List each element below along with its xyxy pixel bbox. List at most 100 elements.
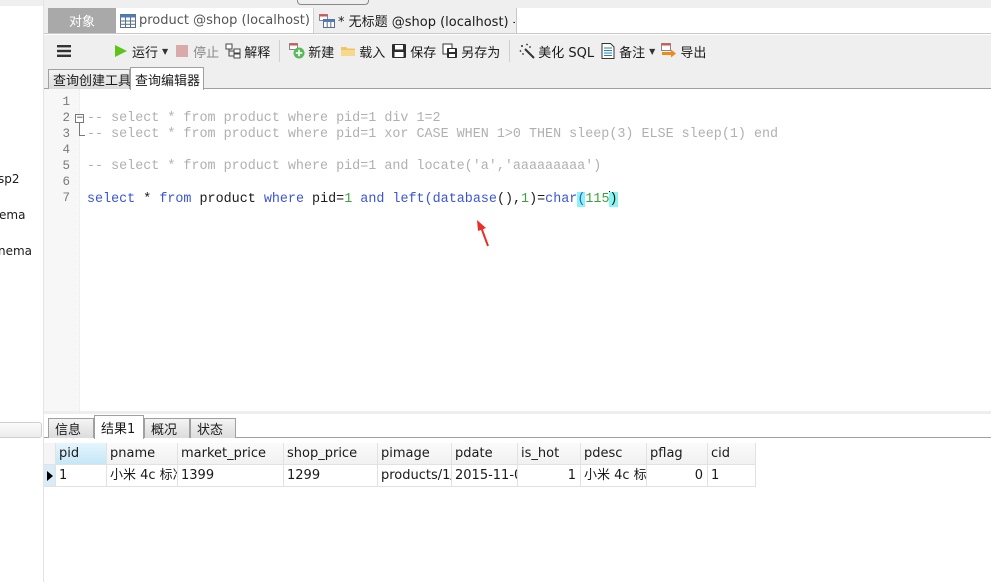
code-line-5: -- select * from product where pid=1 and… xyxy=(87,159,602,174)
sql-punct: )= xyxy=(529,192,546,208)
tab-status[interactable]: 状态 xyxy=(190,418,236,438)
result-grid: pid pname market_price shop_price pimage… xyxy=(44,439,991,582)
line-number: 7 xyxy=(62,191,70,205)
sql-editor[interactable]: 1 2 3 4 5 6 7 − -- select * from product… xyxy=(44,89,991,411)
export-button[interactable]: 导出 xyxy=(658,39,709,63)
play-icon xyxy=(115,45,127,57)
export-icon xyxy=(661,43,677,58)
top-strip xyxy=(44,0,991,8)
splitter-handle[interactable] xyxy=(297,0,369,5)
save-icon xyxy=(392,44,407,58)
cell-pname[interactable]: 小米 4c 标准 xyxy=(107,465,178,487)
menu-button[interactable] xyxy=(54,39,74,63)
explain-icon xyxy=(225,43,241,59)
toolbar-separator xyxy=(279,40,281,62)
grid-header-row: pid pname market_price shop_price pimage… xyxy=(44,443,756,465)
cell-is-hot[interactable]: 1 xyxy=(518,465,581,487)
sql-keyword: where xyxy=(263,192,304,208)
export-label: 导出 xyxy=(680,45,707,61)
tab-untitled-label: * 无标题 @shop (localhost) -... xyxy=(338,15,515,30)
tab-result-1[interactable]: 结果1 xyxy=(94,415,144,439)
object-tree-sidebar: sp2 ema nema xyxy=(0,0,44,582)
column-header-is-hot[interactable]: is_hot xyxy=(518,443,581,465)
cell-pdate[interactable]: 2015-11-02 xyxy=(452,465,518,487)
cell-pimage[interactable]: products/1/c xyxy=(378,465,452,487)
cell-shop-price[interactable]: 1299 xyxy=(284,465,378,487)
explain-button[interactable]: 解释 xyxy=(222,39,273,63)
sql-identifier: product xyxy=(191,192,264,208)
column-header-pdate[interactable]: pdate xyxy=(452,443,518,465)
sidebar-horizontal-scrollbar[interactable] xyxy=(0,422,42,438)
tab-query-builder[interactable]: 查询创建工具 xyxy=(48,69,131,89)
query-toolbar: 运行 ▼ 停止 解释 新建 载入 保存 另存为 美化 SQL 备注 ▼ 导出 xyxy=(44,35,991,67)
comment-dropdown-caret-icon[interactable]: ▼ xyxy=(649,47,655,56)
tab-info[interactable]: 信息 xyxy=(48,418,94,438)
bracket-match-highlight: ) xyxy=(609,192,618,208)
tab-untitled-query[interactable]: * 无标题 @shop (localhost) -... xyxy=(315,8,515,33)
column-header-market-price[interactable]: market_price xyxy=(178,443,284,465)
beautify-sql-button[interactable]: 美化 SQL xyxy=(516,39,597,63)
column-header-pimage[interactable]: pimage xyxy=(378,443,452,465)
cell-pdesc[interactable]: 小米 4c 标准 xyxy=(581,465,647,487)
column-header-pflag[interactable]: pflag xyxy=(647,443,708,465)
sql-keyword: from xyxy=(159,192,192,208)
sql-keyword: and xyxy=(360,192,385,208)
sidebar-item-sp2[interactable]: sp2 xyxy=(0,172,20,186)
load-label: 载入 xyxy=(359,45,386,61)
toolbar-separator xyxy=(509,40,511,62)
sidebar-item-schema[interactable]: ema xyxy=(0,208,25,222)
sql-text: * xyxy=(135,192,160,208)
code-line-3: -- select * from product where pid=1 xor… xyxy=(87,127,779,142)
column-header-pdesc[interactable]: pdesc xyxy=(581,443,647,465)
navicat-window: sp2 ema nema 对象 product @shop (localhost… xyxy=(0,0,991,582)
sql-function: left xyxy=(392,192,425,208)
save-as-button[interactable]: 另存为 xyxy=(439,39,503,63)
sql-function: database xyxy=(432,192,497,208)
column-header-cid[interactable]: cid xyxy=(708,443,756,465)
line-number: 6 xyxy=(62,175,70,189)
line-number: 3 xyxy=(62,127,70,141)
cell-pflag[interactable]: 0 xyxy=(647,465,708,487)
stop-icon xyxy=(176,45,189,57)
column-header-pname[interactable]: pname xyxy=(107,443,178,465)
save-button[interactable]: 保存 xyxy=(388,39,439,63)
table-icon xyxy=(120,13,136,28)
comment-button[interactable]: 备注 ▼ xyxy=(597,39,658,63)
cell-cid[interactable]: 1 xyxy=(708,465,756,487)
run-label: 运行 xyxy=(132,45,159,61)
sql-identifier: pid= xyxy=(304,192,345,208)
new-query-icon xyxy=(289,43,305,59)
column-header-pid[interactable]: pid xyxy=(56,443,107,465)
sql-keyword: select xyxy=(87,192,136,208)
cell-pid[interactable]: 1 xyxy=(56,465,107,487)
line-number: 4 xyxy=(62,143,70,157)
load-button[interactable]: 载入 xyxy=(337,39,388,63)
tab-query-editor[interactable]: 查询编辑器 xyxy=(130,67,204,90)
table-row[interactable]: 1 小米 4c 标准 1399 1299 products/1/c 2015-1… xyxy=(44,465,756,487)
code-line-2: -- select * from product where pid=1 div… xyxy=(87,111,441,126)
current-row-indicator-icon xyxy=(47,471,53,481)
tab-product-table[interactable]: product @shop (localhost) ... xyxy=(116,8,314,33)
tab-objects-label: 对象 xyxy=(68,15,95,30)
save-label: 保存 xyxy=(410,45,437,61)
comment-label: 备注 xyxy=(619,45,646,61)
sql-number: 115 xyxy=(585,192,610,208)
sidebar-item-information-schema[interactable]: nema xyxy=(0,244,32,258)
run-button[interactable]: 运行 ▼ xyxy=(110,39,171,63)
cell-market-price[interactable]: 1399 xyxy=(178,465,284,487)
stop-button[interactable]: 停止 xyxy=(171,39,222,63)
tab-product-label: product @shop (localhost) ... xyxy=(139,13,314,28)
sql-number: 1 xyxy=(521,192,530,208)
document-icon xyxy=(601,43,615,59)
fold-collapse-icon[interactable]: − xyxy=(75,114,84,123)
sql-punct: ( xyxy=(424,192,433,208)
column-header-shop-price[interactable]: shop_price xyxy=(284,443,378,465)
tab-profile[interactable]: 概况 xyxy=(144,418,190,438)
line-number: 1 xyxy=(62,95,70,109)
new-query-button[interactable]: 新建 xyxy=(286,39,337,63)
tab-objects[interactable]: 对象 xyxy=(48,8,116,33)
document-tab-bar: 对象 product @shop (localhost) ... * 无标题 @… xyxy=(44,8,991,34)
beautify-sql-label: 美化 SQL xyxy=(538,45,595,61)
run-dropdown-caret-icon[interactable]: ▼ xyxy=(162,47,168,56)
row-selector[interactable] xyxy=(44,465,56,487)
